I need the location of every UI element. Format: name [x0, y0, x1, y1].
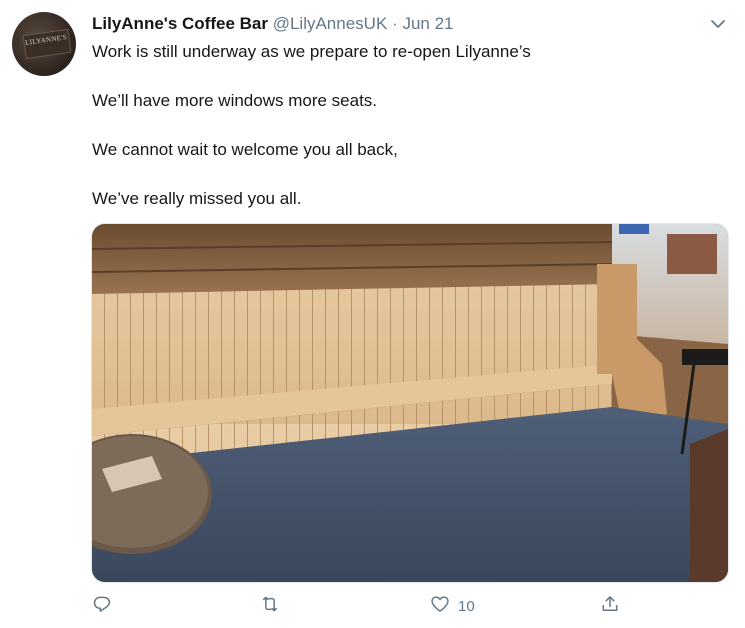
tweet-line: Work is still underway as we prepare to …	[92, 42, 531, 61]
tweet-line: We’ll have more windows more seats.	[92, 91, 378, 110]
tweet-actions: 10	[92, 594, 632, 618]
like-button[interactable]: 10	[430, 594, 475, 618]
like-count: 10	[458, 597, 475, 615]
reply-icon	[92, 594, 112, 619]
avatar[interactable]: LILYANNE'S	[12, 12, 76, 76]
tweet-line: We cannot wait to welcome you all back,	[92, 140, 398, 159]
tweet-line: We’ve really missed you all.	[92, 189, 302, 208]
heart-icon	[430, 594, 450, 619]
retweet-icon	[260, 594, 280, 619]
tweet-date[interactable]: Jun 21	[402, 14, 453, 33]
reply-button[interactable]	[92, 594, 112, 618]
retweet-button[interactable]	[260, 594, 280, 618]
tweet-photo[interactable]	[91, 223, 729, 583]
user-handle[interactable]: @LilyAnnesUK	[273, 14, 388, 33]
display-name[interactable]: LilyAnne's Coffee Bar	[92, 14, 268, 33]
share-button[interactable]	[600, 594, 620, 618]
tweet-text: Work is still underway as we prepare to …	[92, 40, 712, 236]
share-icon	[600, 594, 620, 619]
separator-dot: ·	[392, 14, 398, 33]
tweet-header: LilyAnne's Coffee Bar @LilyAnnesUK · Jun…	[92, 12, 453, 36]
chevron-down-icon[interactable]	[708, 14, 728, 34]
